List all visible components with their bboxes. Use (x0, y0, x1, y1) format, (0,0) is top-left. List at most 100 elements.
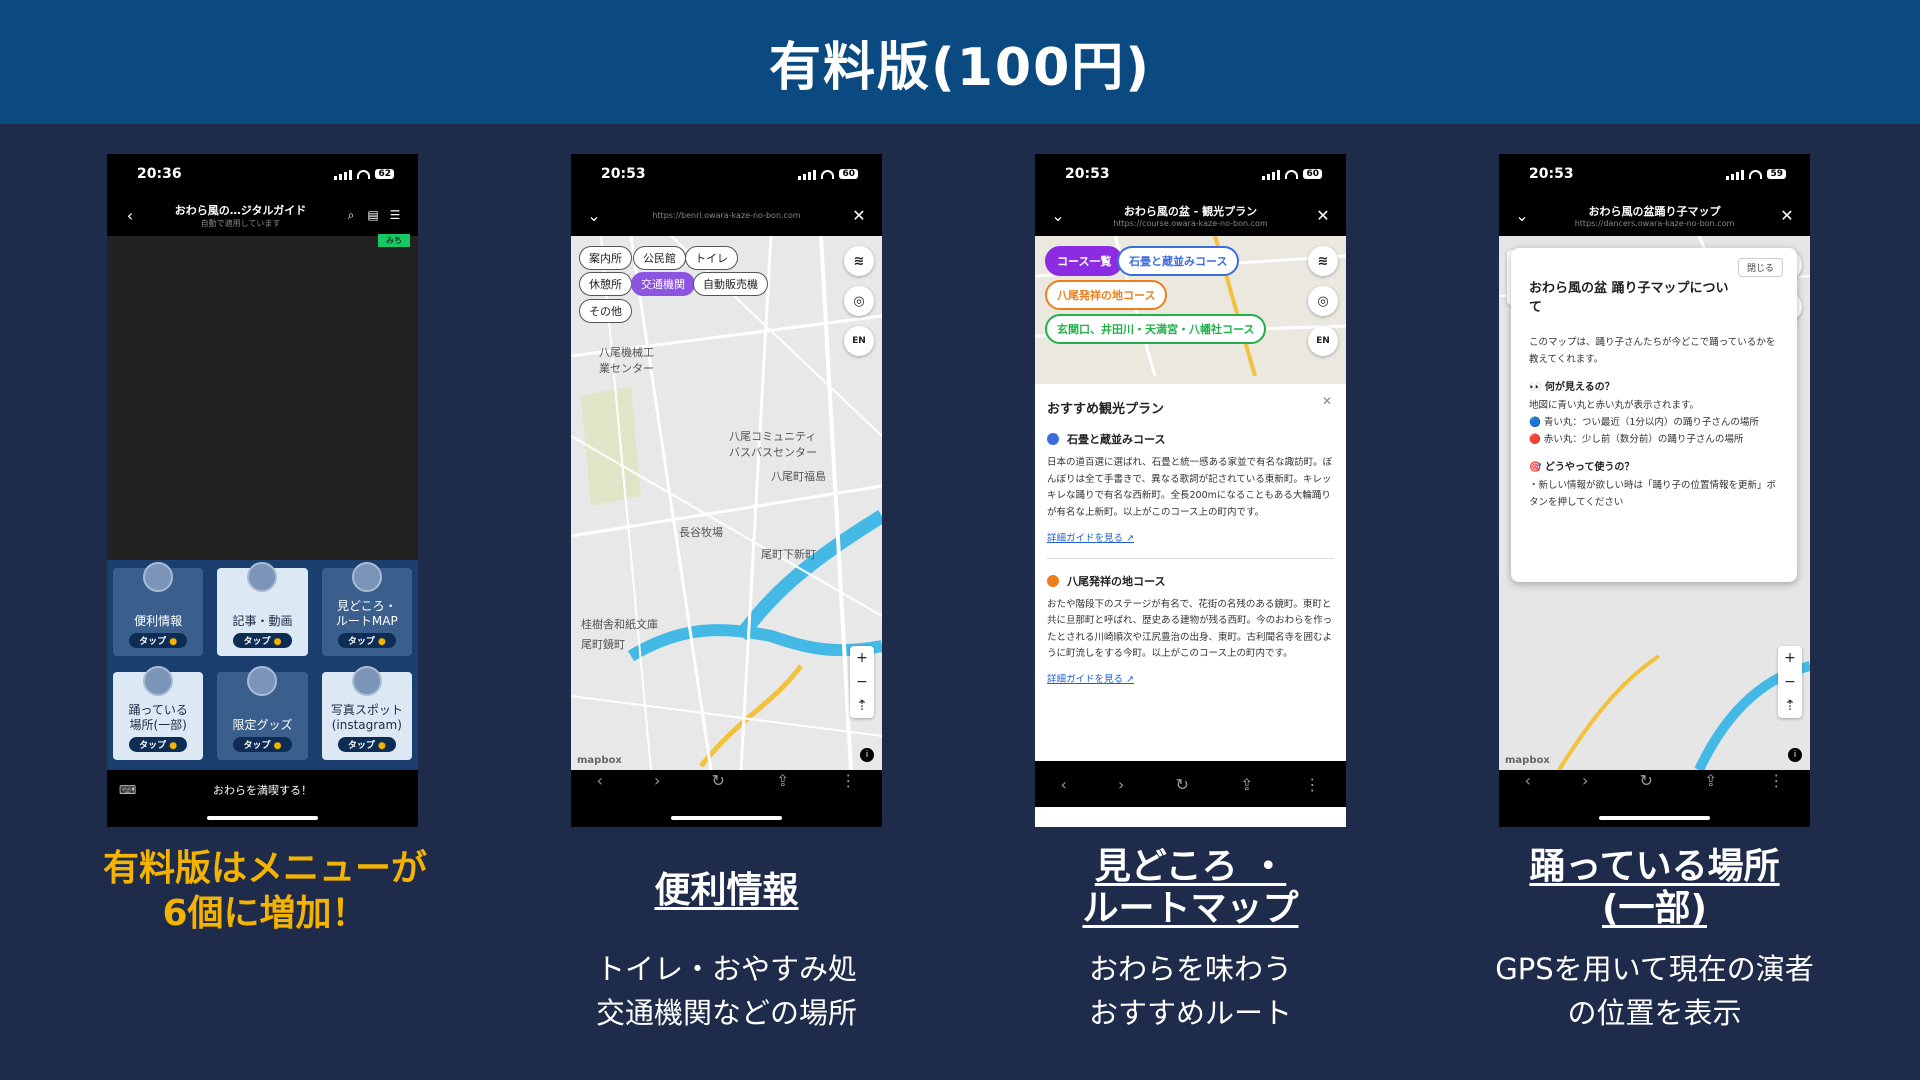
document-icon[interactable]: ▤ (362, 208, 384, 222)
tap-badge[interactable]: タップ (129, 633, 188, 648)
chevron-down-icon[interactable]: ⌄ (1047, 206, 1069, 225)
slide-title: 有料版(100円) (768, 37, 1152, 98)
category-chip[interactable]: 休憩所 (579, 272, 632, 296)
menu-tile-label: 限定グッズ (232, 718, 293, 732)
language-button[interactable]: EN (1308, 326, 1338, 356)
nav-title: おわら風の…ジタルガイド (174, 203, 307, 217)
menu-tile[interactable]: 踊っている 場所(一部) タップ (113, 666, 204, 760)
category-chip[interactable]: 案内所 (579, 246, 632, 270)
home-indicator (671, 816, 782, 820)
reload-icon[interactable]: ↻ (711, 771, 724, 790)
answer-how: ・新しい情報が欲しい時は「踊り子の位置情報を更新」ボタンを押してください (1529, 480, 1777, 509)
menu-tile[interactable]: 記事・動画 タップ (217, 562, 308, 656)
menu-tile-icon (247, 666, 278, 696)
zoom-control[interactable]: + − ⇡ (1778, 646, 1802, 718)
detail-guide-link[interactable]: 詳細ガイドを見る ↗ (1047, 530, 1334, 544)
forward-icon[interactable]: › (654, 771, 660, 790)
course-chip[interactable]: コース一覧 (1045, 246, 1124, 276)
keyboard-icon[interactable]: ⌨ (119, 783, 136, 797)
search-icon[interactable]: ⌕ (340, 208, 362, 223)
forward-icon[interactable]: › (1582, 771, 1588, 790)
share-icon[interactable]: ⇪ (1704, 771, 1717, 790)
map-place-label: 桂樹舎和紙文庫 (581, 618, 658, 631)
locate-icon[interactable]: ◎ (844, 286, 874, 316)
status-bar: 20:53 60 (1035, 154, 1346, 194)
back-icon[interactable]: ‹ (1525, 771, 1531, 790)
category-chip[interactable]: 公民館 (633, 246, 686, 270)
zoom-out-icon[interactable]: − (850, 670, 874, 694)
layers-icon[interactable]: ≋ (1308, 246, 1338, 276)
share-icon[interactable]: ⇪ (1240, 775, 1253, 794)
compass-icon[interactable]: ⇡ (850, 694, 874, 718)
course-color-dot (1047, 574, 1059, 587)
course-chip[interactable]: 石畳と蔵並みコース (1117, 246, 1240, 276)
category-chip[interactable]: その他 (579, 299, 632, 323)
category-chip[interactable]: 交通機関 (631, 272, 695, 296)
category-chip[interactable]: 自動販売機 (693, 272, 768, 296)
close-button[interactable]: 閉じる (1737, 258, 1783, 277)
close-icon[interactable]: ✕ (1312, 206, 1334, 225)
course-chip[interactable]: 八尾発祥の地コース (1045, 280, 1168, 310)
status-time: 20:53 (1065, 166, 1110, 182)
zoom-in-icon[interactable]: + (1778, 646, 1802, 670)
course-name: 八尾発祥の地コース (1067, 574, 1166, 588)
tap-badge[interactable]: タップ (129, 737, 188, 752)
browser-navbar: ⌄ https://benri.owara-kaze-no-bon.com ✕ (571, 194, 882, 236)
more-icon[interactable]: ⋮ (1304, 775, 1320, 794)
nav-subtitle: 自動で適用しています (200, 218, 281, 228)
menu-tile-label: 記事・動画 (232, 614, 293, 628)
menu-tile[interactable]: 写真スポット (instagram) タップ (321, 666, 412, 760)
zoom-out-icon[interactable]: − (1778, 670, 1802, 694)
status-time: 20:53 (1529, 166, 1574, 182)
chevron-down-icon[interactable]: ⌄ (1511, 206, 1533, 225)
close-icon[interactable]: ✕ (1776, 206, 1798, 225)
phone-screenshot-menu: 20:36 62 ‹ おわら風の…ジタルガイド 自動で適用しています ⌕ ▤ ☰… (107, 154, 418, 827)
footer-label[interactable]: おわらを満喫する！ (213, 782, 312, 798)
back-icon[interactable]: ‹ (597, 771, 603, 790)
locate-icon[interactable]: ◎ (1308, 286, 1338, 316)
map-view[interactable]: 案内所 公民館 トイレ 休憩所 交通機関 自動販売機 その他 ≋ ◎ EN + − ⇡ 八尾… (571, 236, 882, 770)
menu-tile[interactable]: 便利情報 タップ (113, 562, 204, 656)
more-icon[interactable]: ⋮ (1768, 771, 1784, 790)
menu-tile[interactable]: 限定グッズ タップ (217, 666, 308, 760)
caption-dancers-heading: 踊っている場所 (一部) (1529, 846, 1780, 930)
more-icon[interactable]: ⋮ (840, 771, 856, 790)
hamburger-menu-icon[interactable]: ☰ (384, 208, 406, 222)
tap-badge[interactable]: タップ (233, 633, 292, 648)
signal-icon (1262, 169, 1281, 180)
divider (1047, 557, 1334, 559)
footer-bar: ⌨ おわらを満喫する！ (107, 770, 418, 810)
zoom-control[interactable]: + − ⇡ (850, 646, 874, 718)
menu-tile-label: 見どころ・ ルートMAP (335, 599, 398, 628)
menu-tile[interactable]: 見どころ・ ルートMAP タップ (321, 562, 412, 656)
reload-icon[interactable]: ↻ (1639, 771, 1652, 790)
menu-tile-label: 写真スポット (instagram) (330, 703, 403, 732)
map-place-label: 長谷牧場 (679, 526, 723, 539)
detail-guide-link[interactable]: 詳細ガイドを見る ↗ (1047, 671, 1334, 685)
close-icon[interactable]: ✕ (848, 206, 870, 225)
tap-badge[interactable]: タップ (233, 737, 292, 752)
wifi-icon (1285, 169, 1299, 179)
category-chip[interactable]: トイレ (685, 246, 738, 270)
reload-icon[interactable]: ↻ (1175, 775, 1188, 794)
browser-navbar: ‹ おわら風の…ジタルガイド 自動で適用しています ⌕ ▤ ☰ (107, 194, 418, 236)
signal-icon (798, 169, 817, 180)
menu-tile-label: 便利情報 (134, 614, 183, 628)
language-button[interactable]: EN (844, 326, 874, 356)
close-icon[interactable]: ✕ (1322, 394, 1332, 408)
panel-title: おすすめ観光プラン (1047, 402, 1165, 417)
compass-icon[interactable]: ⇡ (1778, 694, 1802, 718)
forward-icon[interactable]: › (1118, 775, 1124, 794)
tap-badge[interactable]: タップ (337, 633, 396, 648)
course-chip[interactable]: 玄関口、井田川・天満宮・八幡社コース (1045, 314, 1267, 344)
back-icon[interactable]: ‹ (119, 206, 141, 225)
share-icon[interactable]: ⇪ (776, 771, 789, 790)
layers-icon[interactable]: ≋ (844, 246, 874, 276)
chevron-down-icon[interactable]: ⌄ (583, 206, 605, 225)
battery-icon: 60 (1303, 169, 1322, 179)
menu-tile-icon (143, 562, 174, 592)
red-dot-item: 🔴 赤い丸：少し前（数分前）の踊り子さんの場所 (1529, 434, 1744, 446)
back-icon[interactable]: ‹ (1061, 775, 1067, 794)
tap-badge[interactable]: タップ (337, 737, 396, 752)
zoom-in-icon[interactable]: + (850, 646, 874, 670)
